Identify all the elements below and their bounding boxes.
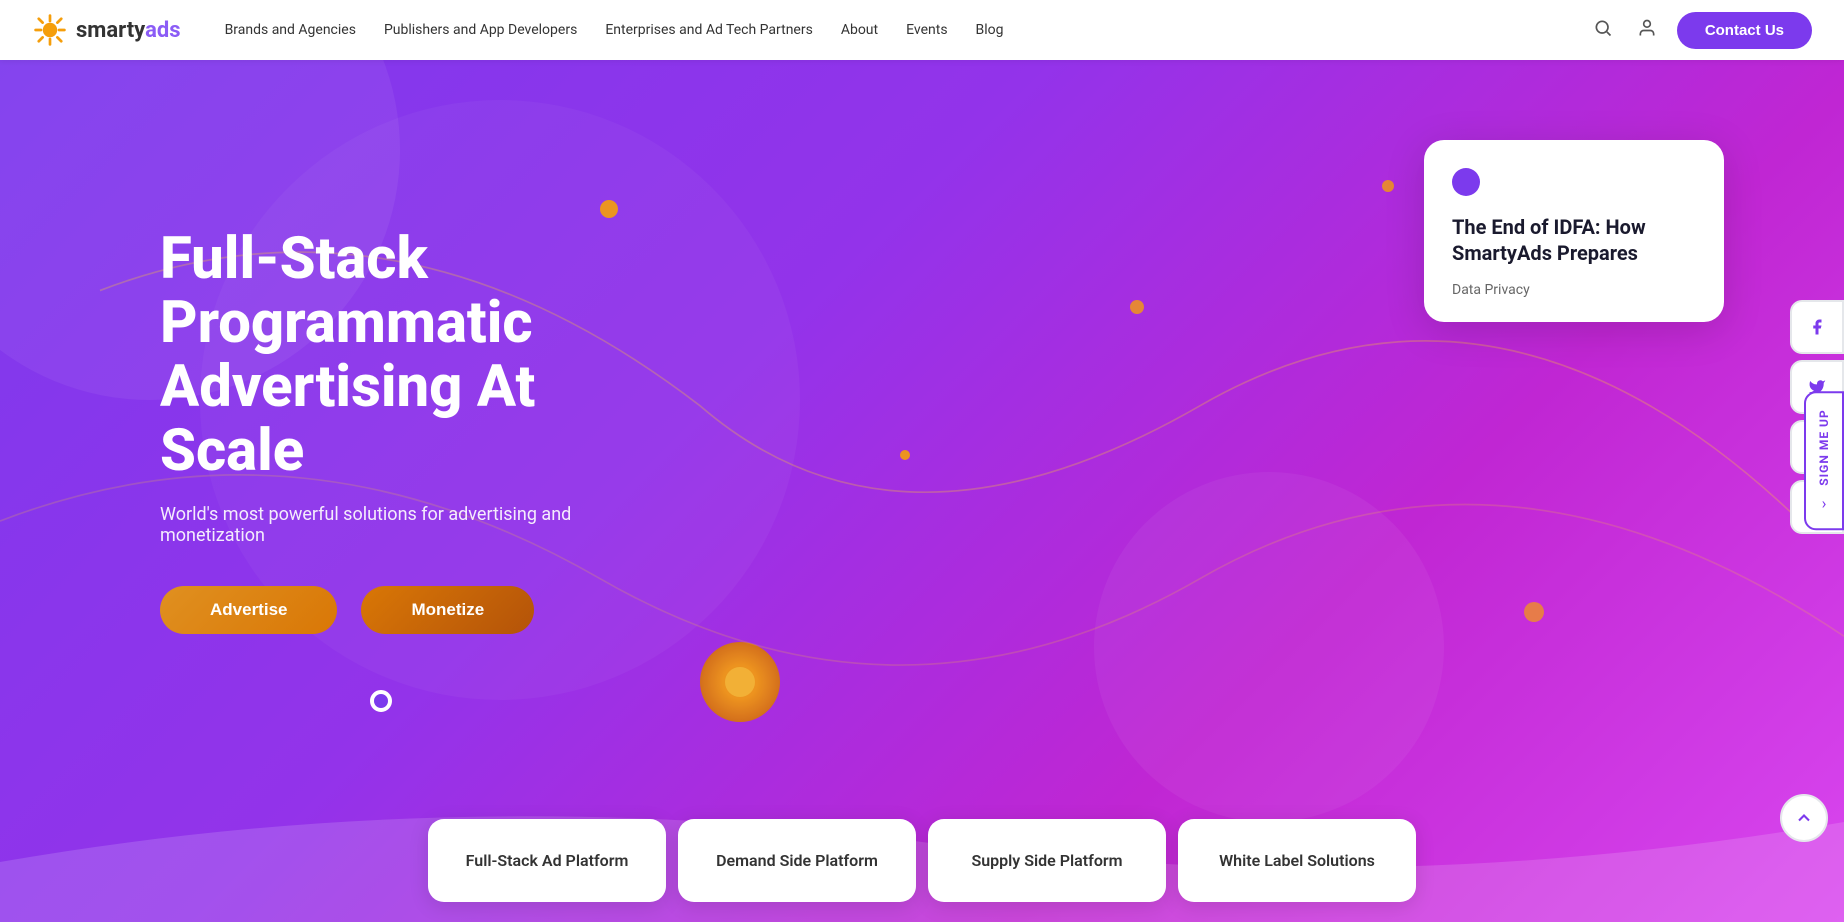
nav-events[interactable]: Events (894, 16, 959, 44)
hero-title: Full-Stack Programmatic Advertising At S… (160, 228, 670, 483)
facebook-icon (1808, 318, 1826, 336)
nav-actions: Contact Us (1589, 12, 1812, 49)
nav-blog[interactable]: Blog (964, 16, 1016, 44)
hero-buttons: Advertise Monetize (160, 586, 670, 634)
logo-icon (32, 12, 68, 48)
monetize-button[interactable]: Monetize (361, 586, 534, 634)
card-tag: Data Privacy (1452, 282, 1696, 298)
user-icon (1637, 18, 1657, 38)
dot-5 (1382, 180, 1394, 192)
card-ssp[interactable]: Supply Side Platform (928, 819, 1166, 902)
chevron-up-icon (1794, 808, 1814, 828)
dot-2 (1130, 300, 1144, 314)
logo-text: smartyads (76, 18, 181, 43)
advertise-button[interactable]: Advertise (160, 586, 337, 634)
navbar: smartyads Brands and Agencies Publishers… (0, 0, 1844, 60)
nav-about[interactable]: About (829, 16, 890, 44)
arrow-right-icon: › (1822, 494, 1827, 513)
hero-content: Full-Stack Programmatic Advertising At S… (0, 148, 750, 833)
nav-enterprises[interactable]: Enterprises and Ad Tech Partners (593, 16, 825, 44)
contact-button[interactable]: Contact Us (1677, 12, 1812, 49)
nav-publishers[interactable]: Publishers and App Developers (372, 16, 589, 44)
card-wls[interactable]: White Label Solutions (1178, 819, 1416, 902)
card-fullstack[interactable]: Full-Stack Ad Platform (428, 819, 666, 902)
user-button[interactable] (1633, 14, 1661, 47)
logo[interactable]: smartyads (32, 12, 181, 48)
nav-links: Brands and Agencies Publishers and App D… (213, 16, 1589, 44)
dot-4 (1524, 602, 1544, 622)
deco-orb-3 (1094, 472, 1444, 822)
search-icon (1593, 18, 1613, 38)
card-dot (1452, 168, 1480, 196)
card-title: The End of IDFA: How SmartyAds Prepares (1452, 214, 1696, 266)
bottom-cards: Full-Stack Ad Platform Demand Side Platf… (422, 819, 1422, 902)
dot-3 (900, 450, 910, 460)
hero-section: Full-Stack Programmatic Advertising At S… (0, 0, 1844, 922)
sign-me-up-panel[interactable]: SIGN ME UP › (1804, 391, 1844, 530)
scroll-up-button[interactable] (1780, 794, 1828, 842)
facebook-button[interactable] (1790, 300, 1844, 354)
nav-brands[interactable]: Brands and Agencies (213, 16, 368, 44)
search-button[interactable] (1589, 14, 1617, 47)
card-dsp[interactable]: Demand Side Platform (678, 819, 916, 902)
sign-me-up-label: SIGN ME UP (1817, 409, 1831, 485)
floating-card[interactable]: The End of IDFA: How SmartyAds Prepares … (1424, 140, 1724, 322)
hero-subtitle: World's most powerful solutions for adve… (160, 504, 670, 546)
